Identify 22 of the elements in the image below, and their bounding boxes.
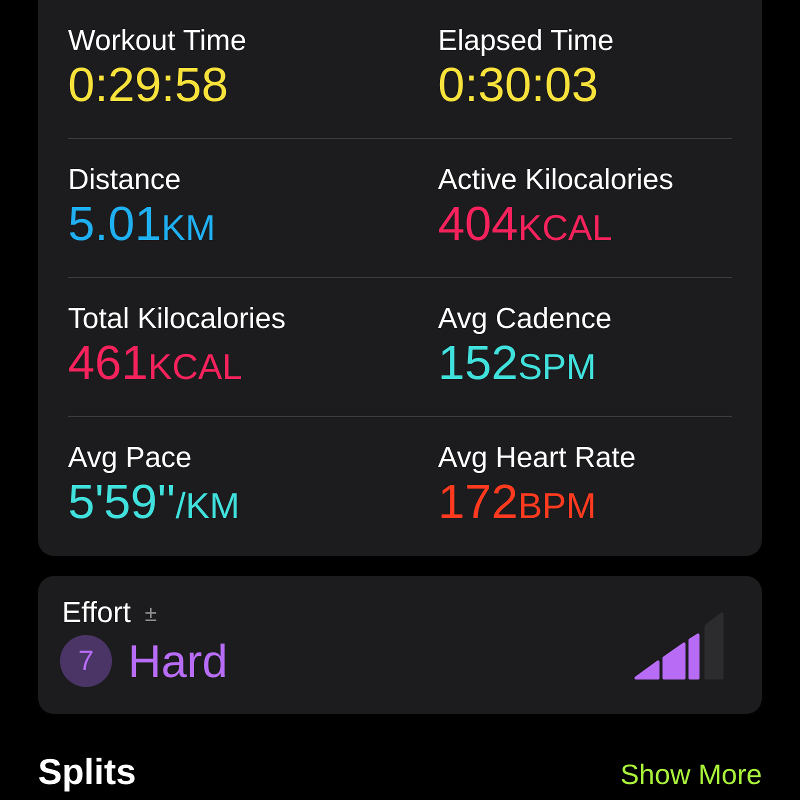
metric-value: 0:30:03 [438, 58, 600, 114]
metric-label: Elapsed Time [438, 24, 615, 58]
metric-value: 5.01KM [68, 197, 216, 253]
show-more-link[interactable]: Show More [620, 758, 762, 792]
metric-value: 152SPM [438, 336, 598, 392]
effort-label: Effort [62, 596, 131, 630]
effort-score-badge: 7 [60, 635, 112, 687]
section-title: Splits [38, 752, 136, 792]
effort-rating: Hard [128, 634, 228, 688]
adjust-icon[interactable]: ± [144, 596, 157, 630]
metric-value: 461KCAL [68, 336, 244, 392]
metric-label: Avg Pace [68, 441, 193, 475]
metric-label: Distance [68, 163, 182, 197]
metric-label: Avg Cadence [438, 302, 613, 336]
metric-value: 5'59''/KM [68, 475, 241, 531]
metric-label: Total Kilocalories [68, 302, 287, 336]
metric-value: 0:29:58 [68, 58, 230, 114]
metric-value: 172BPM [438, 475, 598, 531]
metric-value: 404KCAL [438, 197, 614, 253]
metric-label: Workout Time [68, 24, 248, 58]
metric-label: Active Kilocalories [438, 163, 674, 197]
metric-label: Avg Heart Rate [438, 441, 637, 475]
